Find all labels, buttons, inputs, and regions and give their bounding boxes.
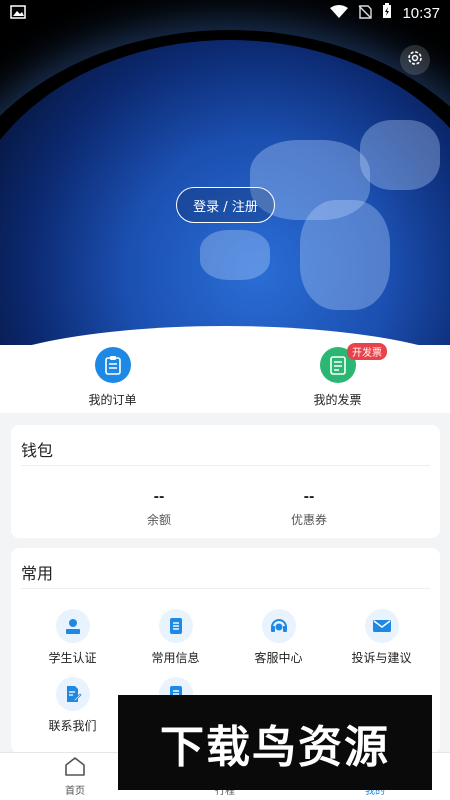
student-verify-label: 学生认证 bbox=[48, 651, 97, 665]
complaint-label: 投诉与建议 bbox=[351, 651, 412, 665]
hero-banner bbox=[0, 0, 450, 345]
status-bar: 10:37 bbox=[0, 0, 450, 26]
quick-actions: 我的订单 我的发票 开发票 bbox=[0, 343, 450, 413]
home-icon bbox=[64, 756, 86, 780]
watermark-logo: 下载鸟资源 bbox=[118, 695, 432, 790]
my-orders-button[interactable]: 我的订单 bbox=[0, 345, 225, 413]
clipboard-icon bbox=[94, 347, 131, 383]
common-title: 常用 bbox=[21, 564, 54, 583]
watermark-text: 下载鸟资源 bbox=[160, 721, 390, 773]
my-invoices-button[interactable]: 我的发票 bbox=[225, 345, 450, 413]
my-orders-label: 我的订单 bbox=[88, 393, 137, 407]
status-time: 10:37 bbox=[402, 4, 440, 22]
balance-value: -- bbox=[153, 490, 165, 505]
no-sim-icon bbox=[358, 4, 373, 23]
contact-us-label: 联系我们 bbox=[48, 719, 97, 733]
wifi-icon bbox=[330, 4, 349, 23]
image-icon bbox=[10, 4, 26, 23]
edit-doc-icon bbox=[55, 677, 90, 711]
gear-icon bbox=[406, 49, 424, 71]
customer-service-button[interactable]: 客服中心 bbox=[227, 609, 330, 677]
balance-label: 余额 bbox=[146, 513, 171, 527]
common-info-button[interactable]: 常用信息 bbox=[124, 609, 227, 677]
settings-button[interactable] bbox=[400, 45, 430, 75]
common-info-label: 常用信息 bbox=[151, 651, 200, 665]
coupon-item[interactable]: -- 优惠券 bbox=[234, 490, 384, 528]
list-doc-icon bbox=[158, 609, 193, 643]
tab-home-label: 首页 bbox=[65, 786, 85, 797]
my-invoices-label: 我的发票 bbox=[313, 393, 362, 407]
login-register-button[interactable]: 登录 / 注册 bbox=[176, 187, 275, 223]
wallet-card: 钱包 -- 余额 -- 优惠券 bbox=[11, 425, 440, 538]
wallet-title: 钱包 bbox=[21, 441, 54, 460]
coupon-label: 优惠券 bbox=[290, 513, 327, 527]
contact-us-button[interactable]: 联系我们 bbox=[21, 677, 124, 745]
headset-icon bbox=[261, 609, 296, 643]
user-id-icon bbox=[55, 609, 90, 643]
battery-charging-icon bbox=[382, 3, 392, 23]
balance-item[interactable]: -- 余额 bbox=[84, 490, 234, 528]
coupon-value: -- bbox=[303, 490, 315, 505]
complaint-button[interactable]: 投诉与建议 bbox=[330, 609, 433, 677]
invoice-badge[interactable]: 开发票 bbox=[347, 343, 387, 360]
customer-service-label: 客服中心 bbox=[254, 651, 303, 665]
mail-icon bbox=[364, 609, 399, 643]
student-verify-button[interactable]: 学生认证 bbox=[21, 609, 124, 677]
